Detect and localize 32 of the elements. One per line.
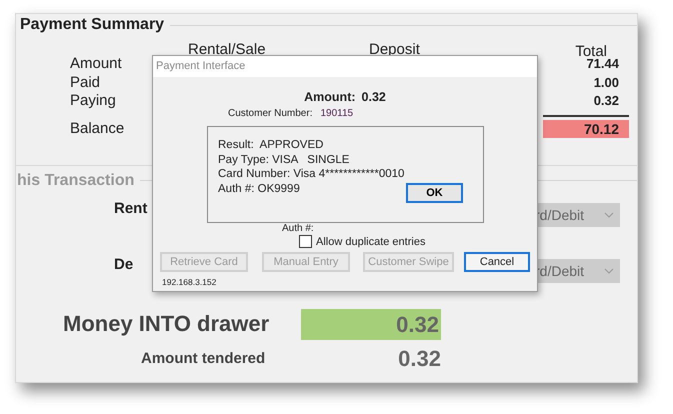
result-line: Pay Type: VISA SINGLE bbox=[218, 152, 350, 167]
field-label: Rent bbox=[114, 200, 148, 217]
chevron-icon bbox=[604, 212, 614, 218]
field-label: De bbox=[114, 256, 134, 273]
section-title: Payment Summary bbox=[19, 15, 164, 35]
section-title: his Transaction bbox=[17, 170, 134, 190]
ip-address: 192.168.3.152 bbox=[162, 277, 218, 287]
ok-button[interactable]: OK bbox=[406, 183, 463, 203]
result-line: Card Number: Visa 4************0010 bbox=[218, 167, 404, 182]
dialog-button[interactable]: Cancel bbox=[464, 252, 530, 272]
dialog-title: Payment Interface bbox=[153, 56, 537, 77]
result-line: Auth #: OK9999 bbox=[218, 182, 300, 196]
row-label: Amount bbox=[70, 55, 122, 74]
auth-label: Auth #: bbox=[282, 223, 314, 234]
row-label: Paid bbox=[70, 74, 100, 92]
amount-tendered-label: Amount tendered bbox=[141, 350, 266, 367]
row-label: Balance bbox=[70, 120, 124, 138]
total-value: 0.32 bbox=[592, 92, 620, 110]
customer-number-label: Customer Number: bbox=[228, 108, 312, 119]
result-line: Result: APPROVED bbox=[218, 138, 324, 152]
amount-tendered-value: 0.32 bbox=[397, 346, 441, 372]
amount-label: Amount: bbox=[304, 90, 356, 104]
money-into-drawer-value: 0.32 bbox=[301, 308, 441, 340]
checkbox-label: Allow duplicate entries bbox=[316, 236, 426, 248]
total-value: 1.00 bbox=[592, 74, 620, 92]
row-label: Paying bbox=[70, 92, 116, 110]
customer-number-value: 190115 bbox=[320, 108, 354, 119]
money-into-drawer-label: Money INTO drawer bbox=[63, 311, 270, 337]
chevron-icon bbox=[604, 268, 614, 274]
balance-value: 70.12 bbox=[543, 120, 629, 138]
checkbox[interactable] bbox=[299, 235, 312, 248]
amount-value: 0.32 bbox=[362, 90, 386, 104]
